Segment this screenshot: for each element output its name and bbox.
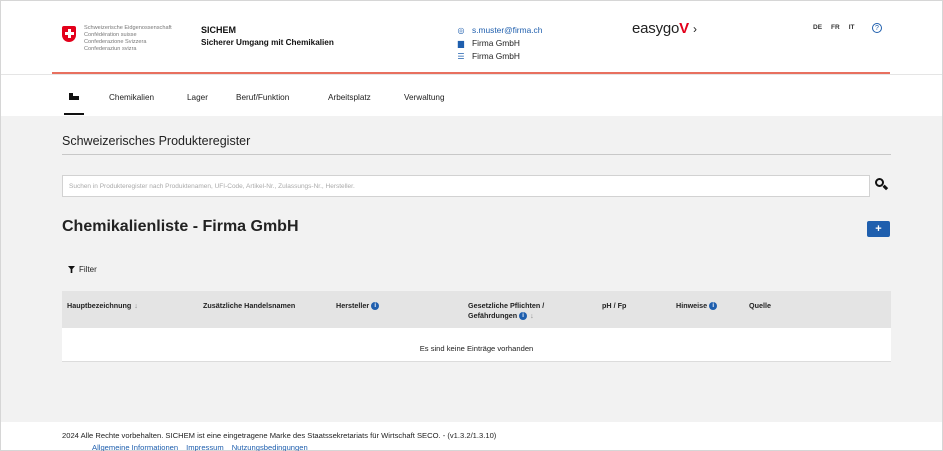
section-title: Schweizerisches Produkteregister xyxy=(62,134,251,148)
column-label: Hinweise xyxy=(676,301,708,310)
add-chemical-button[interactable]: + xyxy=(867,221,890,237)
column-label: Quelle xyxy=(749,301,771,310)
factory-icon[interactable] xyxy=(69,93,79,100)
user-email-row[interactable]: ◎ s.muster@firma.ch xyxy=(455,24,543,36)
easygov-logo-v: V xyxy=(679,20,689,37)
sort-down-icon[interactable]: ↓ xyxy=(134,301,138,310)
nav-item-verwaltung[interactable]: Verwaltung xyxy=(404,93,445,102)
info-icon[interactable]: i xyxy=(371,302,380,311)
filter-button[interactable]: Filter xyxy=(68,265,97,274)
section-divider xyxy=(62,154,891,155)
column-quelle[interactable]: Quelle xyxy=(749,301,771,311)
sort-down-icon[interactable]: ↓ xyxy=(530,311,534,320)
column-label: Hersteller xyxy=(336,301,370,310)
active-tab-indicator xyxy=(64,113,84,115)
user-email-link[interactable]: s.muster@firma.ch xyxy=(472,25,542,35)
table-body: Es sind keine Einträge vorhanden xyxy=(62,328,891,362)
page-title: Chemikalienliste - Firma GmbH xyxy=(62,218,299,235)
confederation-line: Schweizerische Eidgenossenschaft xyxy=(84,25,172,31)
column-label: pH / Fp xyxy=(602,301,627,310)
filter-label: Filter xyxy=(79,265,97,274)
workplace-row[interactable]: ☰ Firma GmbH xyxy=(455,50,542,62)
column-ph-fp[interactable]: pH / Fp xyxy=(602,301,626,311)
column-label: Gefährdungen xyxy=(468,310,518,320)
language-switcher: DE FR IT xyxy=(813,24,854,31)
column-label: Hauptbezeichnung xyxy=(67,301,132,310)
swiss-coat-of-arms-icon xyxy=(62,26,76,42)
workplace-name: Firma GmbH xyxy=(472,51,520,61)
empty-state-message: Es sind keine Einträge vorhanden xyxy=(419,344,534,353)
help-icon[interactable]: ? xyxy=(872,23,882,33)
lang-it[interactable]: IT xyxy=(849,24,855,31)
info-icon[interactable]: i xyxy=(709,302,718,311)
search-icon[interactable] xyxy=(874,177,889,191)
footer-link-allgemeine-informationen[interactable]: Allgemeine Informationen xyxy=(92,443,178,451)
footer-link-nutzungsbedingungen[interactable]: Nutzungsbedingungen xyxy=(232,443,308,451)
app-subtitle[interactable]: Sicherer Umgang mit Chemikalien xyxy=(201,38,334,47)
column-hauptbezeichnung[interactable]: Hauptbezeichnung ↓ xyxy=(67,301,138,311)
company-name: Firma GmbH xyxy=(472,38,520,48)
lang-de[interactable]: DE xyxy=(813,24,822,31)
company-row[interactable]: ▆ Firma GmbH xyxy=(455,37,542,49)
nav-item-chemikalien[interactable]: Chemikalien xyxy=(109,93,154,102)
column-label: Gesetzliche Pflichten / xyxy=(468,301,545,310)
confederation-line: Confédération suisse xyxy=(84,32,137,38)
column-label: Zusätzliche Handelsnamen xyxy=(203,301,296,310)
column-hersteller[interactable]: Hersteller i xyxy=(336,301,380,311)
funnel-icon xyxy=(68,266,75,273)
search-input[interactable]: Suchen in Produkteregister nach Produkte… xyxy=(62,175,870,197)
nav-item-lager[interactable]: Lager xyxy=(187,93,208,102)
content-area xyxy=(1,116,942,422)
list-icon: ☰ xyxy=(457,51,465,61)
column-pflichten[interactable]: Gesetzliche Pflichten / Gefährdungen i ↓ xyxy=(468,301,544,320)
footer-links: Allgemeine Informationen Impressum Nutzu… xyxy=(92,443,308,451)
user-icon: ◎ xyxy=(457,25,465,35)
easygov-logo-text: easygo xyxy=(632,20,680,37)
app-title[interactable]: SICHEM xyxy=(201,25,236,35)
table-header: Hauptbezeichnung ↓ Zusätzliche Handelsnam… xyxy=(62,291,891,328)
footer-link-impressum[interactable]: Impressum xyxy=(186,443,224,451)
confederation-line: Confederaziun svizra xyxy=(84,46,137,52)
confederation-label: Schweizerische Eidgenossenschaft Confédé… xyxy=(84,25,172,53)
main-nav: Chemikalien Lager Beruf/Funktion Arbeits… xyxy=(1,86,942,116)
user-block: ◎ s.muster@firma.ch ▆ Firma GmbH ☰ Firma… xyxy=(455,24,542,63)
building-icon: ▆ xyxy=(457,38,465,48)
lang-fr[interactable]: FR xyxy=(831,24,840,31)
confederation-line: Confederazione Svizzera xyxy=(84,39,147,45)
info-icon[interactable]: i xyxy=(519,311,528,320)
column-hinweise[interactable]: Hinweise i xyxy=(676,301,718,311)
column-handelsnamen[interactable]: Zusätzliche Handelsnamen xyxy=(203,301,295,311)
chevron-right-icon: › xyxy=(692,22,697,36)
header-accent-line xyxy=(52,72,890,74)
easygov-link[interactable]: easygoV › xyxy=(632,20,697,37)
nav-item-arbeitsplatz[interactable]: Arbeitsplatz xyxy=(328,93,371,102)
nav-item-beruf-funktion[interactable]: Beruf/Funktion xyxy=(236,93,289,102)
copyright-text: 2024 Alle Rechte vorbehalten. SICHEM ist… xyxy=(62,431,497,440)
